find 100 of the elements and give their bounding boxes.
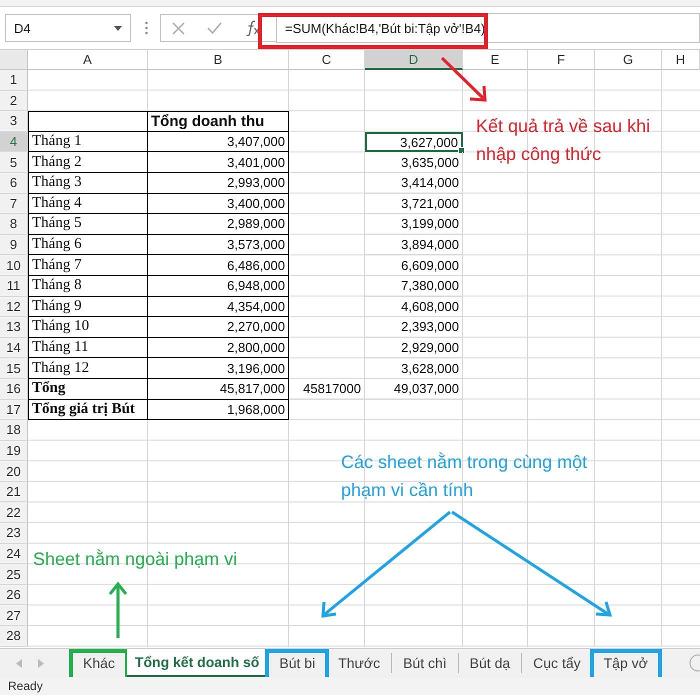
add-sheet-icon[interactable]	[688, 654, 700, 672]
table-cell: Tháng 11	[28, 338, 148, 358]
sheet-tab[interactable]: Bút dạ	[458, 653, 522, 673]
status-text: Ready	[8, 679, 43, 693]
row-header[interactable]: 9	[0, 234, 28, 256]
table-cell: 3,894,000	[365, 234, 463, 256]
row-header[interactable]: 17	[0, 400, 28, 420]
row-header[interactable]: 1	[0, 70, 28, 91]
table-cell: 3,414,000	[365, 172, 463, 194]
table-cell: Tháng 2	[28, 152, 148, 173]
caret-icon[interactable]	[114, 26, 122, 30]
table-cell: Tổng	[28, 378, 148, 400]
row-header[interactable]: 7	[0, 194, 28, 214]
table-cell: 6,486,000	[148, 255, 289, 276]
row-header[interactable]: 24	[0, 544, 28, 564]
row-header[interactable]: 11	[0, 276, 28, 297]
table-cell: 2,800,000	[148, 338, 289, 358]
table-cell: 6,609,000	[365, 255, 463, 276]
table-cell: 3,628,000	[365, 358, 463, 379]
sheet-tab[interactable]: Thước	[327, 653, 392, 673]
row-header[interactable]: 16	[0, 378, 28, 400]
table-cell: 45817000	[289, 378, 365, 400]
row-header[interactable]: 6	[0, 172, 28, 194]
row-header[interactable]: 5	[0, 152, 28, 173]
table-cell: Tháng 3	[28, 172, 148, 194]
table-cell: 3,199,000	[365, 214, 463, 235]
row-header[interactable]: 18	[0, 420, 28, 441]
row-header[interactable]: 25	[0, 564, 28, 585]
arrow	[108, 582, 128, 638]
column-header[interactable]: F	[528, 50, 595, 70]
sheet-tab[interactable]: Cục tẩy	[522, 653, 593, 673]
column-header[interactable]: H	[662, 50, 700, 70]
table-cell: 3,627,000	[365, 132, 463, 152]
table-cell: 3,635,000	[365, 152, 463, 173]
table-cell: Tháng 8	[28, 276, 148, 297]
annotation-text: Các sheet nằm trong cùng một phạm vi cần tính	[341, 451, 588, 502]
select-all-corner[interactable]	[0, 50, 28, 70]
cancel-icon[interactable]	[172, 22, 186, 34]
function-icon[interactable]	[244, 20, 261, 36]
row-header[interactable]: 23	[0, 523, 28, 544]
row-header[interactable]: 8	[0, 214, 28, 235]
row-header[interactable]: 15	[0, 358, 28, 379]
table-cell: Tháng 10	[28, 317, 148, 338]
table-cell: 7,380,000	[365, 276, 463, 297]
table-cell: 6,948,000	[148, 276, 289, 297]
row-header[interactable]: 22	[0, 502, 28, 524]
row-header[interactable]: 26	[0, 584, 28, 606]
table-cell: Tháng 6	[28, 234, 148, 256]
fill-handle[interactable]	[458, 147, 465, 154]
table-cell: 3,573,000	[148, 234, 289, 256]
row-header[interactable]: 4	[0, 132, 28, 152]
table-cell: 4,354,000	[148, 296, 289, 318]
table-cell: 4,608,000	[365, 296, 463, 318]
table-cell: 1,968,000	[148, 400, 289, 420]
row-header[interactable]: 2	[0, 90, 28, 112]
row-header[interactable]: 3	[0, 111, 28, 132]
row-header[interactable]: 19	[0, 440, 28, 462]
table-cell: Tháng 1	[28, 132, 148, 152]
check-icon[interactable]	[207, 22, 222, 34]
table-cell: 2,393,000	[365, 317, 463, 338]
table-cell: 2,929,000	[365, 338, 463, 358]
table-cell: 3,196,000	[148, 358, 289, 379]
table-cell: Tổng giá trị Bút	[28, 400, 148, 420]
name-box[interactable]: D4	[5, 14, 131, 42]
row-header[interactable]: 12	[0, 296, 28, 318]
table-cell: 3,407,000	[148, 132, 289, 152]
row-header[interactable]: 27	[0, 605, 28, 626]
column-header[interactable]: C	[289, 50, 365, 70]
annotation-text: Sheet nằm ngoài phạm vi	[33, 548, 238, 571]
table-cell: 45,817,000	[148, 378, 289, 400]
column-header[interactable]: A	[28, 50, 148, 70]
row-header[interactable]: 14	[0, 338, 28, 358]
table-cell: Tổng doanh thu	[148, 111, 289, 132]
table-cell: 3,400,000	[148, 194, 289, 214]
row-header[interactable]: 10	[0, 255, 28, 276]
table-cell: Tháng 9	[28, 296, 148, 318]
arrow	[440, 56, 487, 102]
row-header[interactable]: 28	[0, 626, 28, 647]
grip-icon	[145, 21, 148, 35]
table-cell: 2,989,000	[148, 214, 289, 235]
table-cell: Tháng 4	[28, 194, 148, 214]
row-header[interactable]: 13	[0, 317, 28, 338]
column-header[interactable]: E	[463, 50, 528, 70]
table-cell: 49,037,000	[365, 378, 463, 400]
table-cell: 2,993,000	[148, 172, 289, 194]
sheet-tab[interactable]: Bút chì	[392, 653, 459, 673]
annotation-text: Kết quả trả về sau khi nhập công thức	[476, 115, 652, 166]
column-header[interactable]: D	[365, 50, 463, 70]
cell-reference: D4	[14, 20, 31, 36]
scroll-left-icon[interactable]	[16, 658, 22, 668]
table-cell: Tháng 5	[28, 214, 148, 235]
row-header[interactable]: 21	[0, 482, 28, 502]
column-header[interactable]: G	[595, 50, 662, 70]
scroll-right-icon[interactable]	[38, 658, 44, 668]
table-cell: 2,270,000	[148, 317, 289, 338]
row-header[interactable]: 20	[0, 461, 28, 482]
formula-input[interactable]: =SUM(Khác!B4,'Bút bi:Tập vở'!B4)	[276, 13, 700, 43]
table-cell: Tháng 7	[28, 255, 148, 276]
table-cell: 3,401,000	[148, 152, 289, 173]
column-header[interactable]: B	[148, 50, 289, 70]
